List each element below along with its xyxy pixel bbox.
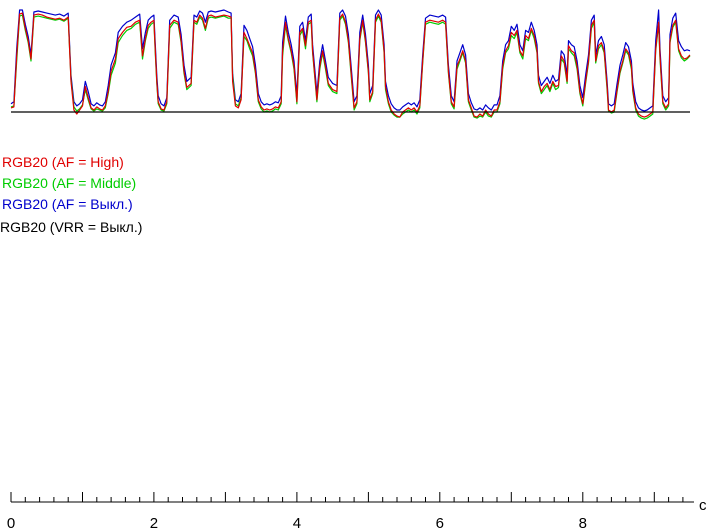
x-tick-label: 8 — [579, 515, 587, 530]
legend: RGB20 (AF = High) RGB20 (AF = Middle) RGB2… — [0, 154, 142, 235]
series-lines — [10, 9, 691, 120]
x-tick-label: 6 — [436, 515, 444, 530]
x-axis-ticks: 0 2 4 6 8 — [7, 492, 684, 530]
x-tick-label: 0 — [7, 515, 15, 530]
chart-canvas: 0 2 4 6 8 с RGB20 (AF = High) RGB20 (AF = Mid… — [0, 9, 707, 530]
x-tick-label: 4 — [293, 515, 301, 530]
legend-entry-3: RGB20 (AF = Выкл.) — [2, 196, 133, 212]
legend-entry-4: RGB20 (VRR = Выкл.) — [0, 219, 142, 235]
x-axis-unit-label: с — [699, 497, 707, 514]
series-line-1 — [10, 12, 691, 118]
x-tick-label: 2 — [150, 515, 158, 530]
legend-entry-2: RGB20 (AF = Middle) — [2, 175, 136, 191]
legend-entry-1: RGB20 (AF = High) — [2, 154, 124, 170]
